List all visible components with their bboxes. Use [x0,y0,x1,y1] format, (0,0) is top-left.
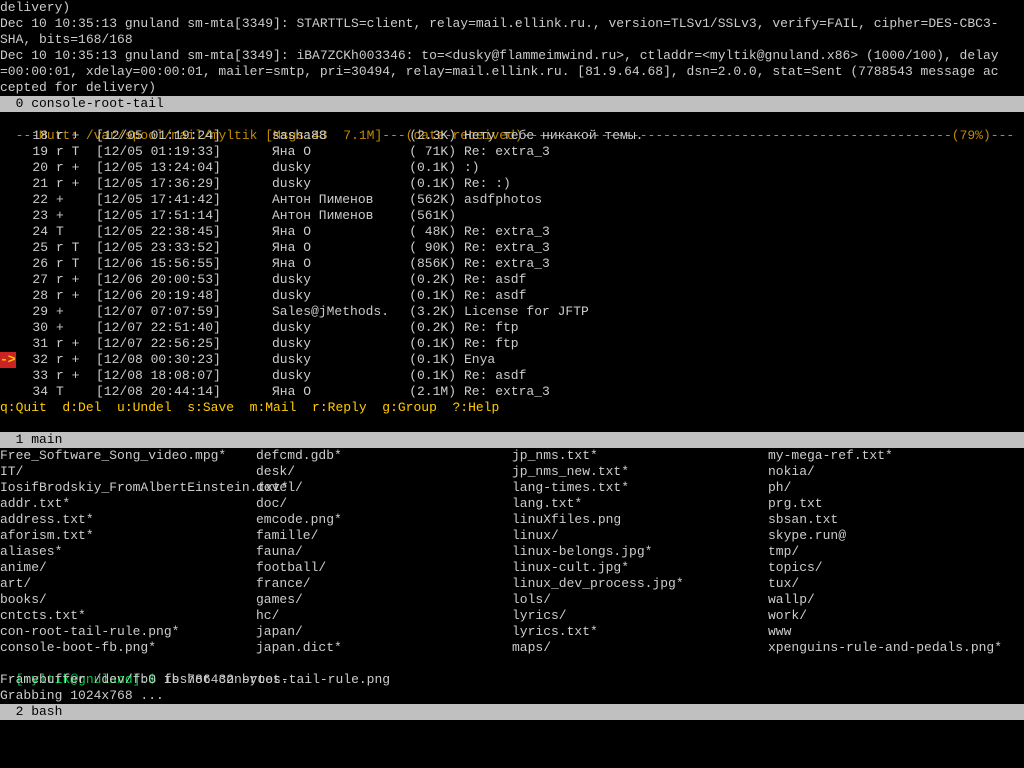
file-entry: sbsan.txt [768,512,1024,528]
file-entry: maps/ [512,640,768,656]
file-entry: addr.txt* [0,496,256,512]
file-entry: Free_Software_Song_video.mpg* [0,448,256,464]
log-line: cepted for delivery) [0,80,1024,96]
file-entry: www [768,624,1024,640]
file-entry: emcode.png* [256,512,512,528]
shell-prompt-line[interactable]: [myltik@gnuland]:$ fbshot con-root-tail-… [0,656,1024,672]
file-entry: cntcts.txt* [0,608,256,624]
mutt-message-row[interactable]: 30 +[12/07 22:51:40]dusky(0.2K)Re: ftp [0,320,1024,336]
mutt-message-row[interactable]: 28r +[12/06 20:19:48]dusky(0.1K)Re: asdf [0,288,1024,304]
file-entry: jp_nms.txt* [512,448,768,464]
file-entry: lang.txt* [512,496,768,512]
file-entry: aliases* [0,544,256,560]
file-entry: my-mega-ref.txt* [768,448,1024,464]
file-entry: skype.run@ [768,528,1024,544]
screen-pane-2-title: 2 bash [0,704,1024,720]
mutt-help-bar: q:Quit d:Del u:Undel s:Save m:Mail r:Rep… [0,400,1024,416]
screen-pane-1-title: 1 main [0,432,1024,448]
mutt-message-row[interactable]: 24 T[12/05 22:38:45]Яна О( 48K)Re: extra… [0,224,1024,240]
file-entry: linuXfiles.png [512,512,768,528]
file-column: defcmd.gdb*desk/devel/doc/emcode.png*fam… [256,448,512,656]
ls-output: Free_Software_Song_video.mpg*IT/IosifBro… [0,448,1024,656]
mutt-message-row[interactable]: 34 T[12/08 20:44:14]Яна О(2.1M)Re: extra… [0,384,1024,400]
file-entry: defcmd.gdb* [256,448,512,464]
mutt-status-line: ---Mutt: /var/spool/mail/myltik [Msgs:43… [0,112,1024,128]
file-column: jp_nms.txt*jp_nms_new.txt*lang-times.txt… [512,448,768,656]
file-entry: lang-times.txt* [512,480,768,496]
file-entry: lyrics/ [512,608,768,624]
mutt-message-row[interactable]: 22 +[12/05 17:41:42]Антон Пименов(562K)a… [0,192,1024,208]
file-entry: xpenguins-rule-and-pedals.png* [768,640,1024,656]
mutt-message-list[interactable]: 18r +[12/05 01:19:24]sasha88(2.3K)Нету т… [0,128,1024,400]
file-entry: topics/ [768,560,1024,576]
log-line: Dec 10 10:35:13 gnuland sm-mta[3349]: iB… [0,48,1024,64]
log-line: delivery) [0,0,1024,16]
file-entry: ph/ [768,480,1024,496]
file-entry: france/ [256,576,512,592]
file-entry: linux_dev_process.jpg* [512,576,768,592]
file-entry: famille/ [256,528,512,544]
screen-hardstatus: [ 0 console-root-tail 1 main 2* bash (0.… [0,752,1024,768]
mutt-message-row[interactable]: 33r +[12/08 18:08:07]dusky(0.1K)Re: asdf [0,368,1024,384]
file-entry: address.txt* [0,512,256,528]
file-entry: wallp/ [768,592,1024,608]
file-entry: nokia/ [768,464,1024,480]
file-entry: devel/ [256,480,512,496]
file-entry: tux/ [768,576,1024,592]
mutt-message-row[interactable]: 20r +[12/05 13:24:04]dusky(0.1K):) [0,160,1024,176]
mutt-message-row[interactable]: 21r +[12/05 17:36:29]dusky(0.1K)Re: :) [0,176,1024,192]
file-column: Free_Software_Song_video.mpg*IT/IosifBro… [0,448,256,656]
file-column: my-mega-ref.txt*nokia/ph/prg.txtsbsan.tx… [768,448,1024,656]
mutt-message-row[interactable]: 29 +[12/07 07:07:59]Sales@jMethods.(3.2K… [0,304,1024,320]
syslog-output: delivery)Dec 10 10:35:13 gnuland sm-mta[… [0,0,1024,96]
file-entry: jp_nms_new.txt* [512,464,768,480]
file-entry: anime/ [0,560,256,576]
file-entry: IT/ [0,464,256,480]
file-entry: books/ [0,592,256,608]
mutt-message-row[interactable]: 23 +[12/05 17:51:14]Антон Пименов(561K) [0,208,1024,224]
mutt-message-row[interactable]: 25r T[12/05 23:33:52]Яна О( 90K)Re: extr… [0,240,1024,256]
file-entry: football/ [256,560,512,576]
file-entry: linux-belongs.jpg* [512,544,768,560]
file-entry: lyrics.txt* [512,624,768,640]
file-entry: japan.dict* [256,640,512,656]
fbshot-output: Framebuffer /dev/fb0 is 786432 bytes.Gra… [0,672,1024,704]
file-entry: work/ [768,608,1024,624]
file-entry: con-root-tail-rule.png* [0,624,256,640]
mutt-message-row[interactable]: 31r +[12/07 22:56:25]dusky(0.1K)Re: ftp [0,336,1024,352]
file-entry: linux/ [512,528,768,544]
mutt-message-row[interactable]: 32r +[12/08 00:30:23]dusky(0.1K)Enya [0,352,1024,368]
mutt-message-row[interactable]: 19r T[12/05 01:19:33]Яна О( 71K)Re: extr… [0,144,1024,160]
mutt-message-row[interactable]: 18r +[12/05 01:19:24]sasha88(2.3K)Нету т… [0,128,1024,144]
mutt-message-row[interactable]: 26r T[12/06 15:56:55]Яна О(856K)Re: extr… [0,256,1024,272]
log-line: Dec 10 10:35:13 gnuland sm-mta[3349]: ST… [0,16,1024,32]
output-line: Framebuffer /dev/fb0 is 786432 bytes. [0,672,1024,688]
file-entry: console-boot-fb.png* [0,640,256,656]
log-line: SHA, bits=168/168 [0,32,1024,48]
blank-line [0,416,1024,432]
file-entry: desk/ [256,464,512,480]
file-entry: games/ [256,592,512,608]
file-entry: lols/ [512,592,768,608]
screen-pane-0-title: 0 console-root-tail [0,96,1024,112]
file-entry: tmp/ [768,544,1024,560]
file-entry: japan/ [256,624,512,640]
file-entry: art/ [0,576,256,592]
file-entry: IosifBrodskiy_FromAlbertEinstein.txt* [0,480,256,496]
file-entry: doc/ [256,496,512,512]
file-entry: fauna/ [256,544,512,560]
mutt-message-row[interactable]: 27r +[12/06 20:00:53]dusky(0.2K)Re: asdf [0,272,1024,288]
output-line: Grabbing 1024x768 ... [0,688,1024,704]
file-entry: linux-cult.jpg* [512,560,768,576]
file-entry: prg.txt [768,496,1024,512]
selection-arrow-icon: -> [0,352,16,368]
file-entry: hc/ [256,608,512,624]
file-entry: aforism.txt* [0,528,256,544]
log-line: =00:00:01, xdelay=00:00:01, mailer=smtp,… [0,64,1024,80]
